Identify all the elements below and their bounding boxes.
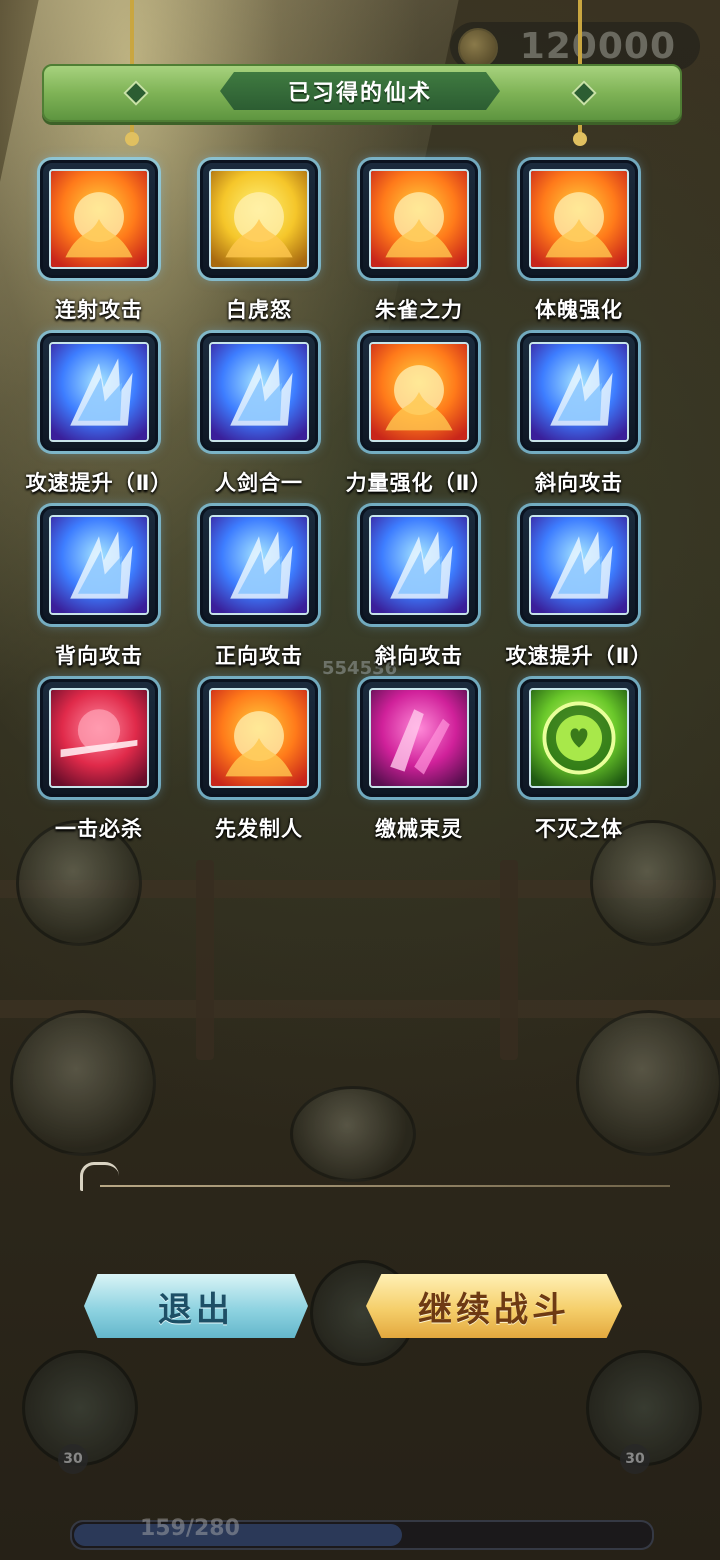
skill-icon-frame [520, 160, 638, 278]
skill-name: 斜向攻击 [535, 471, 623, 495]
skill-card[interactable]: 体魄强化 [499, 160, 659, 330]
forward-attack-icon [209, 515, 309, 615]
disarm-icon [369, 688, 469, 788]
white-tiger-icon [209, 169, 309, 269]
skill-card[interactable]: 连射攻击 [19, 160, 179, 330]
fire-orb-icon [49, 169, 149, 269]
background-character [576, 1010, 720, 1156]
attack-speed-icon [49, 342, 149, 442]
diagonal-attack-icon [369, 515, 469, 615]
skill-icon-frame [200, 506, 318, 624]
skill-icon-frame [360, 506, 478, 624]
sword-man-icon [209, 342, 309, 442]
coin-icon [458, 28, 498, 68]
skill-icon-frame [360, 160, 478, 278]
skill-icon-frame [520, 333, 638, 451]
skill-icon-frame [520, 506, 638, 624]
preemptive-strike-icon [209, 688, 309, 788]
attack-speed-icon [529, 515, 629, 615]
skill-icon-frame [360, 679, 478, 797]
background-character [10, 1010, 156, 1156]
yin-yang-symbol [290, 1086, 416, 1182]
skill-icon-frame [40, 506, 158, 624]
skill-card[interactable]: 一击必杀 [19, 679, 179, 849]
skill-icon-frame [520, 679, 638, 797]
skill-icon-frame [200, 160, 318, 278]
continue-button-label: 继续战斗 [418, 1289, 570, 1330]
skill-card[interactable]: 力量强化（Ⅱ） [339, 333, 499, 503]
skill-card[interactable]: 白虎怒 [179, 160, 339, 330]
divider-line [100, 1185, 670, 1187]
diagonal-attack-icon [529, 342, 629, 442]
vermilion-bird-icon [369, 169, 469, 269]
skill-card[interactable]: 不灭之体 [499, 679, 659, 849]
skill-card[interactable]: 人剑合一 [179, 333, 339, 503]
immortal-body-icon [529, 688, 629, 788]
panel-title: 已习得的仙术 [287, 81, 432, 106]
skill-icon-frame [200, 333, 318, 451]
skill-card[interactable]: 朱雀之力 [339, 160, 499, 330]
skill-name: 不灭之体 [535, 817, 623, 841]
coin-value: 120000 [519, 25, 676, 67]
skill-icon-frame [40, 679, 158, 797]
skill-icon-frame [200, 679, 318, 797]
skill-card[interactable]: 缴械束灵 [339, 679, 499, 849]
skill-icon-frame [40, 160, 158, 278]
fence-post [500, 860, 518, 1060]
back-attack-icon [49, 515, 149, 615]
skill-level-badge: 30 [58, 1444, 88, 1474]
fence-post [196, 860, 214, 1060]
power-claw-icon [369, 342, 469, 442]
body-strength-icon [529, 169, 629, 269]
one-hit-kill-icon [49, 688, 149, 788]
continue-battle-button[interactable]: 继续战斗 [366, 1274, 622, 1338]
coin-counter: 120000 [450, 22, 700, 70]
rope-tassel [573, 132, 587, 146]
skill-name: 体魄强化 [535, 298, 623, 322]
skill-card[interactable]: 攻速提升（Ⅱ） [499, 506, 659, 676]
exit-button[interactable]: 退出 [84, 1274, 308, 1338]
skill-card[interactable]: 先发制人 [179, 679, 339, 849]
skill-card[interactable]: 攻速提升（Ⅱ） [19, 333, 179, 503]
skill-card[interactable]: 正向攻击 [179, 506, 339, 676]
skill-card[interactable]: 斜向攻击 [339, 506, 499, 676]
skill-level-badge: 30 [620, 1444, 650, 1474]
skill-icon-frame [40, 333, 158, 451]
skill-icon-frame [360, 333, 478, 451]
skill-name: 攻速提升（Ⅱ） [505, 644, 653, 668]
hp-text: 159/280 [140, 1516, 240, 1541]
skill-card[interactable]: 背向攻击 [19, 506, 179, 676]
rope-tassel [125, 132, 139, 146]
title-plate: 已习得的仙术 [220, 72, 500, 110]
skill-card[interactable]: 斜向攻击 [499, 333, 659, 503]
exit-button-label: 退出 [158, 1289, 234, 1330]
